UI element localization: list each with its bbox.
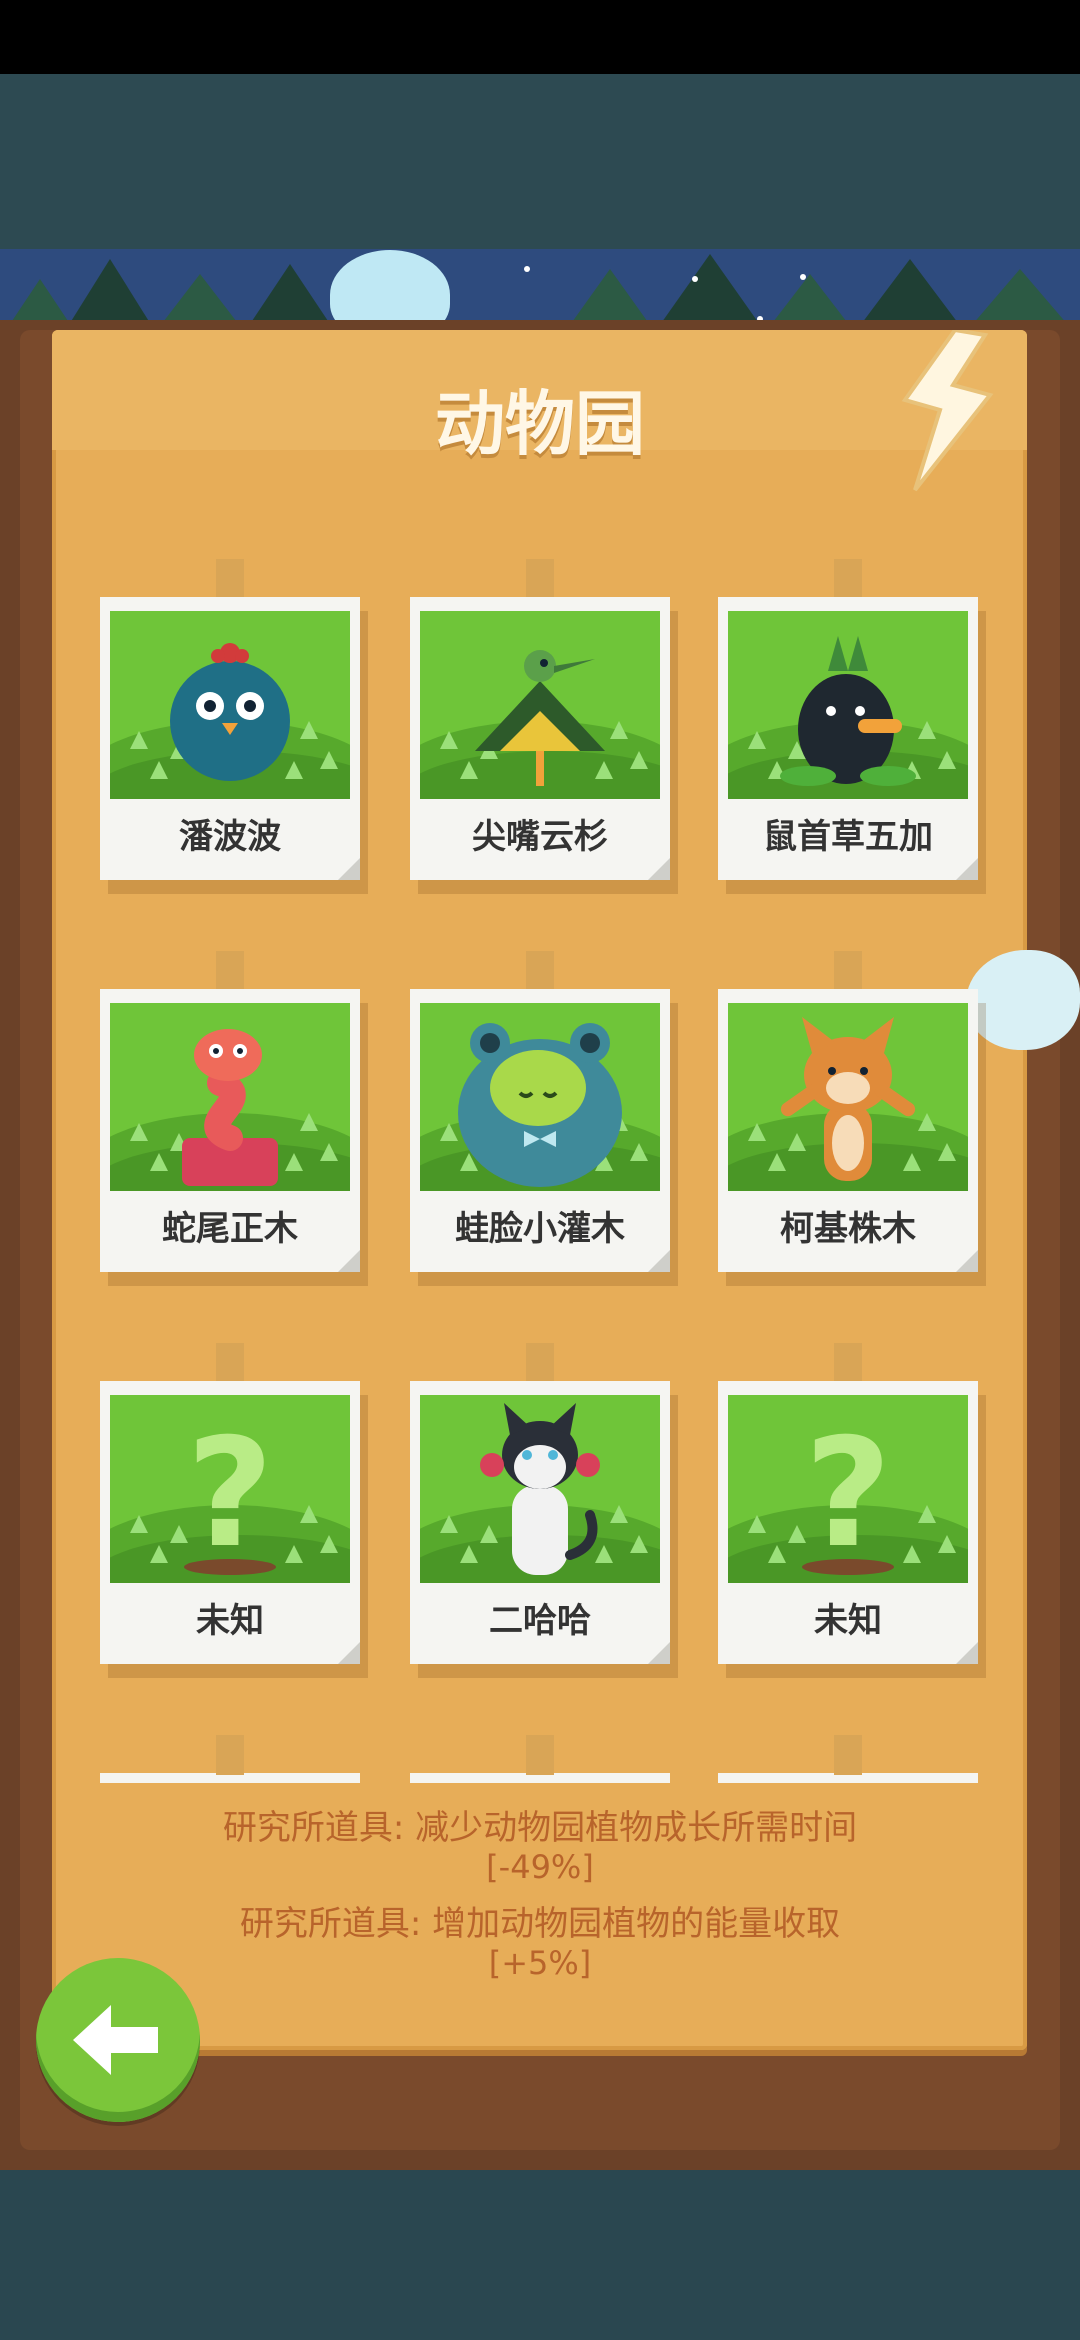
zoo-card[interactable]: 二哈哈: [410, 1343, 670, 1664]
back-button[interactable]: [36, 1958, 200, 2122]
zoo-card-unknown[interactable]: ? 未知: [100, 1343, 360, 1664]
creature-name: 二哈哈: [489, 1601, 591, 1641]
zoo-card-partial: [410, 1735, 670, 1783]
zoo-card[interactable]: 潘波波: [100, 559, 360, 880]
card-corner: [956, 1250, 978, 1272]
creature-photo: [420, 611, 660, 799]
back-arrow-icon: [73, 2005, 158, 2075]
creature-photo: ?: [110, 1395, 350, 1583]
creature-photo: [420, 1003, 660, 1191]
card-corner: [338, 858, 360, 880]
side-blob-creature: [966, 950, 1080, 1050]
zoo-card[interactable]: 鼠首草五加: [718, 559, 978, 880]
creature-photo: [728, 1003, 968, 1191]
creature-name: 蛇尾正木: [162, 1209, 298, 1249]
card-corner: [956, 858, 978, 880]
zoo-card[interactable]: 蛙脸小灌木: [410, 951, 670, 1272]
creature-photo: [110, 611, 350, 799]
creature-photo: [110, 1003, 350, 1191]
status-bar: [0, 0, 1080, 74]
creature-name: 未知: [814, 1601, 882, 1641]
creature-name: 潘波波: [179, 817, 281, 857]
zoo-card-partial: [100, 1735, 360, 1783]
creature-name: 尖嘴云杉: [472, 817, 608, 857]
creature-name: 柯基株木: [780, 1209, 916, 1249]
card-corner: [338, 1642, 360, 1664]
bottom-background: [0, 2165, 1080, 2340]
top-background: [0, 74, 1080, 249]
card-corner: [648, 1642, 670, 1664]
zoo-card[interactable]: 尖嘴云杉: [410, 559, 670, 880]
card-corner: [338, 1250, 360, 1272]
creature-name: 未知: [196, 1601, 264, 1641]
card-corner: [648, 858, 670, 880]
card-corner: [648, 1250, 670, 1272]
svg-text:?: ?: [186, 1407, 273, 1581]
creature-name: 蛙脸小灌木: [455, 1209, 625, 1249]
research-bonus-time: 研究所道具: 减少动物园植物成长所需时间: [222, 1808, 858, 1848]
lightning-icon: [901, 330, 994, 492]
creature-photo: [420, 1395, 660, 1583]
zoo-card[interactable]: 柯基株木: [718, 951, 978, 1272]
zoo-card-partial: [718, 1735, 978, 1783]
research-bonus-energy: 研究所道具: 增加动物园植物的能量收取: [239, 1904, 841, 1944]
research-bonus-time-value: [-49%]: [486, 1848, 594, 1886]
creature-photo: ?: [728, 1395, 968, 1583]
creature-name: 鼠首草五加: [763, 817, 933, 857]
card-corner: [956, 1642, 978, 1664]
zoo-card[interactable]: 蛇尾正木: [100, 951, 360, 1272]
zoo-card-unknown[interactable]: ? 未知: [718, 1343, 978, 1664]
svg-text:?: ?: [804, 1407, 891, 1581]
creature-photo: [728, 611, 968, 799]
